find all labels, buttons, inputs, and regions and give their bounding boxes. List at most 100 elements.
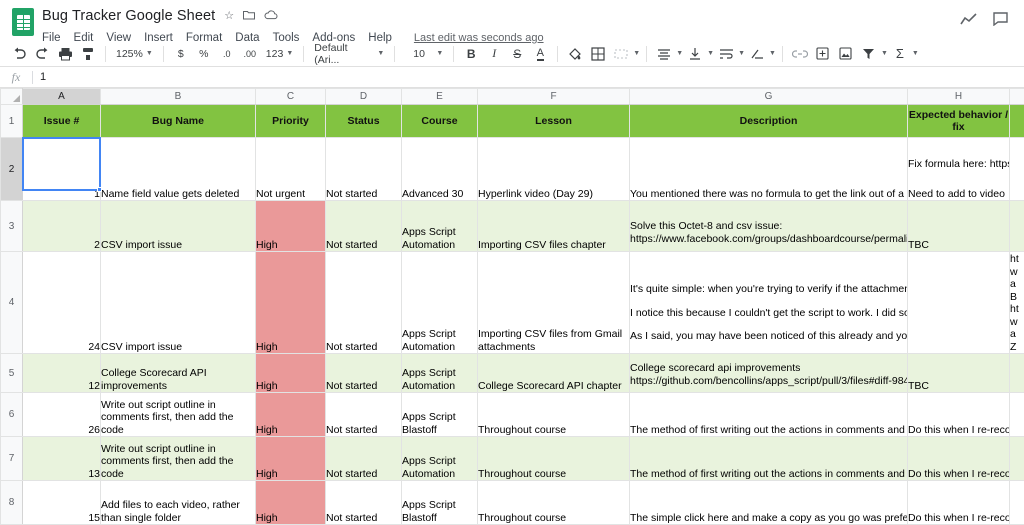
cell-f2-lesson[interactable]: Hyperlink video (Day 29) [477, 137, 630, 201]
spreadsheet-grid[interactable]: A B C D E F G H 1 Issue # Bug Name Prior… [0, 88, 1024, 525]
zoom-selector[interactable]: 125% ▼ [112, 45, 157, 63]
column-header-e[interactable]: E [401, 88, 478, 105]
column-header-b[interactable]: B [100, 88, 256, 105]
chevron-down-icon[interactable]: ▼ [676, 50, 683, 57]
cell-i8-overflow[interactable] [1009, 480, 1024, 525]
percent-format-button[interactable]: % [193, 43, 215, 65]
font-selector[interactable]: Default (Ari... ▼ [310, 42, 388, 66]
last-edit-status[interactable]: Last edit was seconds ago [414, 32, 544, 44]
row-header-5[interactable]: 5 [0, 353, 23, 393]
cell-e2-course[interactable]: Advanced 30 [401, 137, 478, 201]
undo-icon[interactable] [8, 43, 30, 65]
activity-icon[interactable] [960, 12, 977, 31]
column-header-f[interactable]: F [477, 88, 630, 105]
cell-a7-issue[interactable]: 13 [22, 436, 101, 481]
font-size-selector[interactable]: 10 ▼ [401, 45, 447, 63]
star-icon[interactable]: ☆ [224, 10, 234, 22]
menu-tools[interactable]: Tools [273, 32, 300, 44]
cell-e5-course[interactable]: Apps Script Automation [401, 353, 478, 393]
cell-i7-overflow[interactable] [1009, 436, 1024, 481]
currency-format-button[interactable]: $ [170, 43, 192, 65]
redo-icon[interactable] [31, 43, 53, 65]
cell-h2-expected[interactable]: Fix formula here: https: Need to add to … [907, 137, 1010, 201]
bold-button[interactable]: B [460, 43, 482, 65]
row-header-7[interactable]: 7 [0, 436, 23, 481]
cell-c6-priority[interactable]: High [255, 392, 326, 437]
fill-color-icon[interactable] [564, 43, 586, 65]
cell-f5-lesson[interactable]: College Scorecard API chapter [477, 353, 630, 393]
cell-e3-course[interactable]: Apps Script Automation [401, 200, 478, 252]
cell-d2-status[interactable]: Not started [325, 137, 402, 201]
text-rotation-icon[interactable] [746, 43, 768, 65]
cell-h3-expected[interactable]: TBC [907, 200, 1010, 252]
cell-d7-status[interactable]: Not started [325, 436, 402, 481]
chevron-down-icon[interactable]: ▼ [738, 50, 745, 57]
cell-d6-status[interactable]: Not started [325, 392, 402, 437]
column-header-g[interactable]: G [629, 88, 908, 105]
header-cell-bug-name[interactable]: Bug Name [100, 104, 256, 138]
cell-a4-issue[interactable]: 24 [22, 251, 101, 354]
insert-link-icon[interactable] [789, 43, 811, 65]
strikethrough-button[interactable]: S [506, 43, 528, 65]
menu-edit[interactable]: Edit [74, 32, 94, 44]
chevron-down-icon[interactable]: ▼ [633, 50, 640, 57]
print-icon[interactable] [54, 43, 76, 65]
cloud-status-icon[interactable] [264, 9, 278, 23]
borders-icon[interactable] [587, 43, 609, 65]
insert-comment-icon[interactable] [812, 43, 834, 65]
number-format-selector[interactable]: 123 ▼ [262, 45, 297, 63]
menu-data[interactable]: Data [235, 32, 259, 44]
cell-a8-issue[interactable]: 15 [22, 480, 101, 525]
cell-h7-expected[interactable]: Do this when I re-recor [907, 436, 1010, 481]
cell-f7-lesson[interactable]: Throughout course [477, 436, 630, 481]
functions-sum-icon[interactable]: Σ [889, 43, 911, 65]
cell-c5-priority[interactable]: High [255, 353, 326, 393]
cell-d5-status[interactable]: Not started [325, 353, 402, 393]
cell-b2-bug-name[interactable]: Name field value gets deleted [100, 137, 256, 201]
cell-g6-description[interactable]: The method of first writing out the acti… [629, 392, 908, 437]
vertical-align-icon[interactable] [684, 43, 706, 65]
row-header-3[interactable]: 3 [0, 200, 23, 252]
create-filter-icon[interactable] [858, 43, 880, 65]
menu-format[interactable]: Format [186, 32, 222, 44]
cell-h5-expected[interactable]: TBC [907, 353, 1010, 393]
cell-c8-priority[interactable]: High [255, 480, 326, 525]
cell-h4-expected[interactable] [907, 251, 1010, 354]
cell-e7-course[interactable]: Apps Script Automation [401, 436, 478, 481]
menu-file[interactable]: File [42, 32, 61, 44]
insert-image-icon[interactable] [835, 43, 857, 65]
horizontal-align-icon[interactable] [653, 43, 675, 65]
cell-i3-overflow[interactable] [1009, 200, 1024, 252]
increase-decimal-button[interactable]: .00 [239, 43, 261, 65]
cell-b6-bug-name[interactable]: Write out script outline in comments fir… [100, 392, 256, 437]
cell-i4-overflow[interactable]: ht w a B ht w a Z [1009, 251, 1024, 354]
cell-g7-description[interactable]: The method of first writing out the acti… [629, 436, 908, 481]
cell-f8-lesson[interactable]: Throughout course [477, 480, 630, 525]
cell-a2-issue[interactable]: 1 [22, 137, 101, 201]
chevron-down-icon[interactable]: ▼ [707, 50, 714, 57]
cell-b5-bug-name[interactable]: College Scorecard API improvements [100, 353, 256, 393]
cell-d8-status[interactable]: Not started [325, 480, 402, 525]
cell-g4-description[interactable]: It's quite simple: when you're trying to… [629, 251, 908, 354]
cell-h6-expected[interactable]: Do this when I re-recor [907, 392, 1010, 437]
header-cell-i[interactable] [1009, 104, 1024, 138]
decrease-decimal-button[interactable]: .0 [216, 43, 238, 65]
document-title[interactable]: Bug Tracker Google Sheet [42, 8, 215, 24]
cell-g2-description[interactable]: You mentioned there was no formula to ge… [629, 137, 908, 201]
cell-g5-description[interactable]: College scorecard api improvements https… [629, 353, 908, 393]
column-header-d[interactable]: D [325, 88, 402, 105]
cell-b3-bug-name[interactable]: CSV import issue [100, 200, 256, 252]
italic-button[interactable]: I [483, 43, 505, 65]
header-cell-description[interactable]: Description [629, 104, 908, 138]
cell-f4-lesson[interactable]: Importing CSV files from Gmail attachmen… [477, 251, 630, 354]
menu-view[interactable]: View [106, 32, 131, 44]
header-cell-issue[interactable]: Issue # [22, 104, 101, 138]
column-header-a[interactable]: A [22, 88, 101, 105]
cell-d4-status[interactable]: Not started [325, 251, 402, 354]
cell-c3-priority[interactable]: High [255, 200, 326, 252]
header-cell-course[interactable]: Course [401, 104, 478, 138]
menu-insert[interactable]: Insert [144, 32, 173, 44]
cell-e8-course[interactable]: Apps Script Blastoff [401, 480, 478, 525]
chevron-down-icon[interactable]: ▼ [881, 50, 888, 57]
chevron-down-icon[interactable]: ▼ [912, 50, 919, 57]
